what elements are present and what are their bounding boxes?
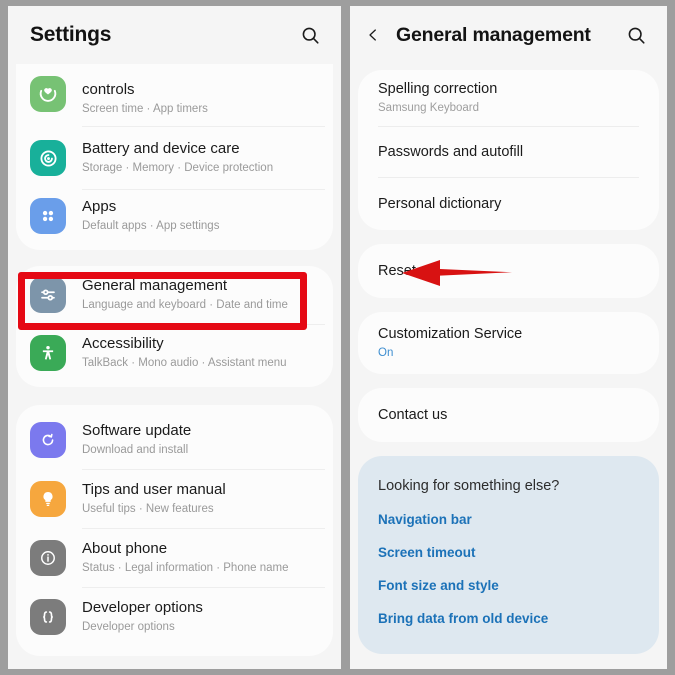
list-item-customization-service[interactable]: Customization Service On [358,312,659,374]
list-item-texts: Developer options Developer options [82,598,319,636]
list-item-texts: Tips and user manual Useful tips · New f… [82,480,319,518]
list-item-title: Reset [378,263,416,279]
list-item-title: Accessibility [82,335,164,352]
list-item-title: Customization Service [378,326,523,342]
list-item-contact-us[interactable]: Contact us [358,388,659,442]
developer-braces-icon [30,599,66,635]
list-item-texts: About phone Status · Legal information ·… [82,539,319,577]
list-item-title: Developer options [82,599,203,616]
right-phone-screen: General management Spelling correction S… [350,6,667,669]
list-item[interactable]: controls Screen time · App timers [16,64,333,126]
group-gap [8,250,341,266]
gm-group-2: Reset [358,244,659,298]
search-icon[interactable] [621,20,651,50]
list-item-subtitle: Screen time · App timers [82,103,208,115]
sidebar-item-developer-options[interactable]: Developer options Developer options [16,588,333,646]
gm-group-4: Contact us [358,388,659,442]
list-item-texts: General management Language and keyboard… [82,276,319,314]
list-item-passwords-autofill[interactable]: Passwords and autofill [358,127,659,177]
list-item-title: Battery and device care [82,140,240,157]
suggestions-card: Looking for something else? Navigation b… [358,456,659,654]
accessibility-person-icon [30,335,66,371]
list-item-title: Personal dictionary [378,196,502,212]
list-item-subtitle: Default apps · App settings [82,220,220,232]
settings-group-2: General management Language and keyboard… [16,266,333,387]
list-item-subtitle: TalkBack · Mono audio · Assistant menu [82,357,287,369]
general-management-header: General management [350,6,667,64]
list-item-texts: controls Screen time · App timers [82,80,319,118]
gm-group-1: Spelling correction Samsung Keyboard Pas… [358,70,659,230]
settings-header: Settings [8,6,341,64]
sliders-icon [30,277,66,313]
list-item-texts: Software update Download and install [82,421,319,459]
suggestion-link-navigation-bar[interactable]: Navigation bar [378,511,639,529]
group-gap [350,230,667,244]
settings-scroll-body[interactable]: controls Screen time · App timers Batter… [8,64,341,669]
group-gap [8,387,341,405]
suggestion-link-font-size-and-style[interactable]: Font size and style [378,577,639,595]
list-item-subtitle: Status · Legal information · Phone name [82,562,289,574]
list-item-texts: Apps Default apps · App settings [82,197,319,235]
list-item[interactable]: Battery and device care Storage · Memory… [16,127,333,189]
list-item-title: controls [82,81,135,98]
list-item-reset[interactable]: Reset [358,244,659,298]
list-item-texts: Accessibility TalkBack · Mono audio · As… [82,334,319,372]
battery-device-care-icon [30,140,66,176]
list-item-title: Contact us [378,407,448,423]
general-management-scroll-body[interactable]: Spelling correction Samsung Keyboard Pas… [350,64,667,669]
sidebar-item-general-management[interactable]: General management Language and keyboard… [16,266,333,324]
list-item-title: Software update [82,422,192,439]
list-item[interactable]: Apps Default apps · App settings [16,190,333,250]
sidebar-item-software-update[interactable]: Software update Download and install [16,411,333,469]
group-gap [350,298,667,312]
group-gap [350,442,667,456]
left-phone-screen: Settings controls Screen time · App time… [8,6,341,669]
list-item-title: Spelling correction [378,81,498,97]
search-icon[interactable] [295,20,325,50]
settings-group-3: Software update Download and install Tip… [16,405,333,656]
apps-grid-icon [30,198,66,234]
dual-screenshot: Settings controls Screen time · App time… [0,0,675,675]
list-item-title: Tips and user manual [82,481,226,498]
suggestions-heading: Looking for something else? [378,478,560,494]
list-item-subtitle: Language and keyboard · Date and time [82,299,288,311]
suggestion-link-screen-timeout[interactable]: Screen timeout [378,544,639,562]
list-item-subtitle: Useful tips · New features [82,503,214,515]
sidebar-item-about-phone[interactable]: About phone Status · Legal information ·… [16,529,333,587]
suggestion-link-bring-data[interactable]: Bring data from old device [378,610,639,628]
gm-group-3: Customization Service On [358,312,659,374]
sidebar-item-tips[interactable]: Tips and user manual Useful tips · New f… [16,470,333,528]
settings-group-1: controls Screen time · App timers Batter… [16,64,333,250]
list-item-title: About phone [82,540,168,557]
list-item-texts: Battery and device care Storage · Memory… [82,139,319,177]
list-item-subtitle: Developer options [82,621,175,633]
list-item-spelling-correction[interactable]: Spelling correction Samsung Keyboard [358,70,659,126]
panel-gutter [341,0,350,675]
info-circle-icon [30,540,66,576]
page-title: General management [396,23,591,46]
lightbulb-icon [30,481,66,517]
list-item-subtitle: Samsung Keyboard [378,102,480,114]
list-item-personal-dictionary[interactable]: Personal dictionary [358,178,659,230]
back-chevron-icon[interactable] [362,22,384,48]
digital-wellbeing-icon [30,76,66,112]
list-item-subtitle: Download and install [82,444,189,456]
software-update-icon [30,422,66,458]
list-item-title: Passwords and autofill [378,144,524,160]
group-gap [350,374,667,388]
sidebar-item-accessibility[interactable]: Accessibility TalkBack · Mono audio · As… [16,325,333,387]
page-title: Settings [30,23,112,46]
list-item-subtitle: Storage · Memory · Device protection [82,162,274,174]
list-item-title: Apps [82,198,117,215]
list-item-title: General management [82,277,228,294]
list-item-status: On [378,347,394,359]
